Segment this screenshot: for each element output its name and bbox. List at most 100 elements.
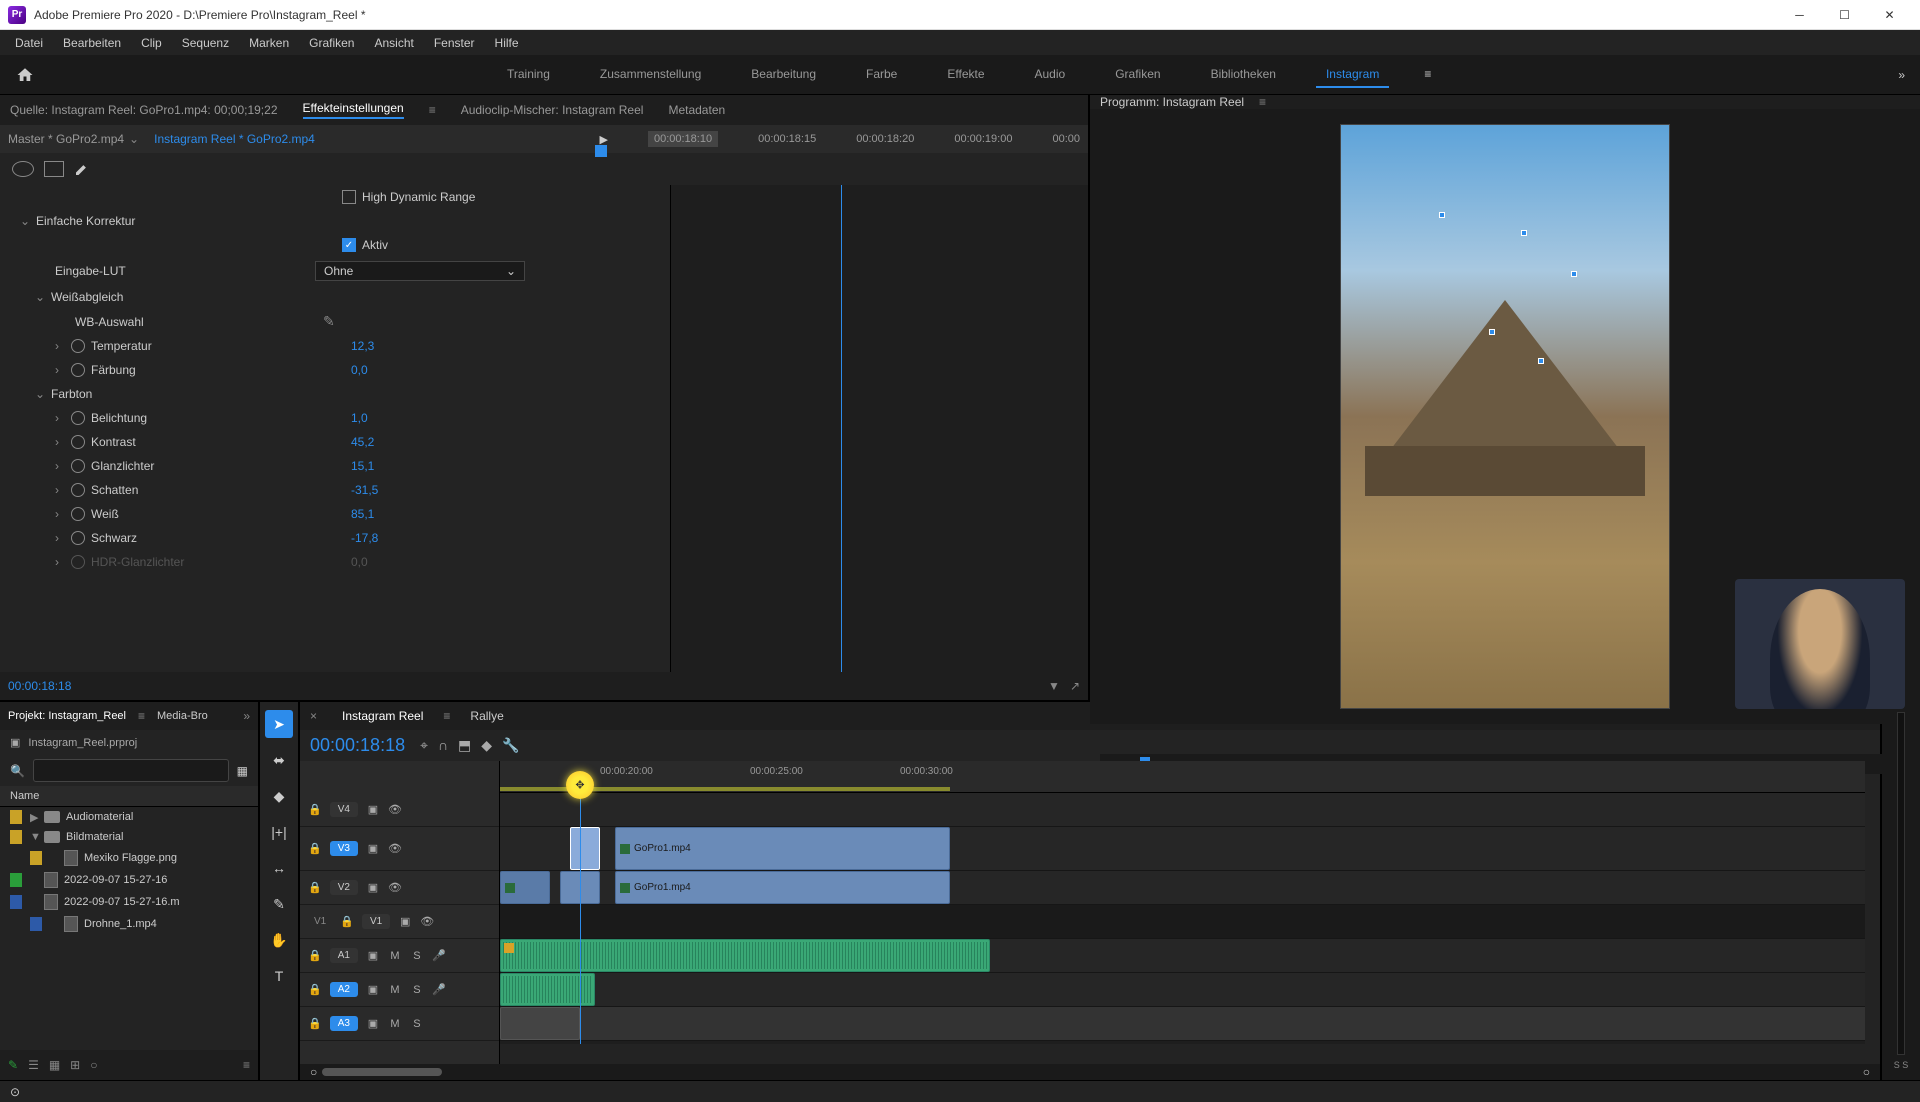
tree-item-recording1[interactable]: 2022-09-07 15-27-16 xyxy=(0,869,258,891)
clip-v2-a[interactable] xyxy=(500,871,550,904)
mute-button[interactable]: M xyxy=(388,950,402,962)
expo-value[interactable]: 1,0 xyxy=(351,411,551,425)
track-lane-a2[interactable] xyxy=(500,973,1865,1007)
track-header-v2[interactable]: 🔒 V2 ▣ 👁 xyxy=(300,871,499,905)
track-lane-v4[interactable] xyxy=(500,793,1865,827)
track-select-tool[interactable]: ⬌ xyxy=(265,746,293,774)
menu-edit[interactable]: Bearbeiten xyxy=(53,33,131,53)
lock-icon[interactable]: 🔒 xyxy=(308,803,322,816)
toggle-sync-icon[interactable]: 👁 xyxy=(388,881,402,894)
timeline-menu-icon[interactable]: ≡ xyxy=(443,709,450,723)
workspace-color[interactable]: Farbe xyxy=(856,62,907,88)
track-lane-v2[interactable]: GoPro1.mp4 xyxy=(500,871,1865,905)
slip-tool[interactable]: ↔ xyxy=(265,854,293,882)
toggle-output-icon[interactable]: ▣ xyxy=(366,1017,380,1030)
zoom-slider-icon[interactable]: ○ xyxy=(90,1058,97,1072)
basic-expand-icon[interactable]: ⌄ xyxy=(20,214,36,228)
eyedropper-icon[interactable]: ✎ xyxy=(323,313,335,330)
mute-button[interactable]: M xyxy=(388,1018,402,1030)
track-label-v2[interactable]: V2 xyxy=(330,880,358,895)
razor-tool[interactable]: |+| xyxy=(265,818,293,846)
ripple-edit-tool[interactable]: ◆ xyxy=(265,782,293,810)
contrast-keyframe-toggle[interactable] xyxy=(71,435,85,449)
lock-icon[interactable]: 🔒 xyxy=(308,1017,322,1030)
pen-tool[interactable]: ✎ xyxy=(265,890,293,918)
high-keyframe-toggle[interactable] xyxy=(71,459,85,473)
project-tree[interactable]: ▶ Audiomaterial ▼ Bildmaterial Mexiko Fl… xyxy=(0,807,258,1050)
program-tab[interactable]: Programm: Instagram Reel xyxy=(1100,95,1244,109)
tab-close-icon[interactable]: × xyxy=(310,709,317,723)
expand-icon[interactable]: ▶ xyxy=(30,811,44,824)
snap-icon[interactable]: ⌖ xyxy=(420,737,428,754)
track-header-v1[interactable]: V1 🔒 V1 ▣ 👁 xyxy=(300,905,499,939)
type-tool[interactable]: T xyxy=(265,962,293,990)
track-lane-a1[interactable] xyxy=(500,939,1865,973)
hdr-checkbox[interactable] xyxy=(342,190,356,204)
audio-meter[interactable] xyxy=(1897,712,1905,1055)
high-value[interactable]: 15,1 xyxy=(351,459,551,473)
track-lane-v1[interactable] xyxy=(500,905,1865,939)
zoom-out-handle[interactable]: ○ xyxy=(310,1065,317,1079)
project-search-input[interactable] xyxy=(33,759,229,782)
temp-value[interactable]: 12,3 xyxy=(351,339,551,353)
track-label-v4[interactable]: V4 xyxy=(330,802,358,817)
new-bin-icon[interactable]: ▦ xyxy=(237,764,248,778)
source-patch-v1[interactable]: V1 xyxy=(308,914,332,929)
timeline-zoom-scrollbar[interactable]: ○ ○ xyxy=(300,1064,1880,1080)
tone-expand-icon[interactable]: ⌄ xyxy=(35,387,51,401)
voice-record-icon[interactable]: 🎤 xyxy=(432,983,446,996)
lock-icon[interactable]: 🔒 xyxy=(308,983,322,996)
track-lane-a3[interactable] xyxy=(500,1007,1865,1041)
lut-dropdown[interactable]: Ohne⌄ xyxy=(315,261,525,281)
pencil-icon[interactable]: ✎ xyxy=(8,1058,18,1072)
tree-item-flagge[interactable]: Mexiko Flagge.png xyxy=(0,847,258,869)
workspace-libraries[interactable]: Bibliotheken xyxy=(1201,62,1286,88)
track-label-a2[interactable]: A2 xyxy=(330,982,358,997)
marker-icon[interactable]: ◆ xyxy=(481,737,492,754)
voice-record-icon[interactable]: 🎤 xyxy=(432,949,446,962)
track-header-v4[interactable]: 🔒 V4 ▣ 👁 xyxy=(300,793,499,827)
effect-footer-timecode[interactable]: 00:00:18:18 xyxy=(8,679,71,693)
hdrhigh-value[interactable]: 0,0 xyxy=(351,555,551,569)
tint-keyframe-toggle[interactable] xyxy=(71,363,85,377)
freeform-view-icon[interactable]: ⊞ xyxy=(70,1058,80,1072)
wrench-icon[interactable]: 🔧 xyxy=(502,737,519,754)
white-keyframe-toggle[interactable] xyxy=(71,507,85,521)
overflow-icon[interactable]: » xyxy=(243,709,250,723)
track-header-v3[interactable]: 🔒 V3 ▣ 👁 xyxy=(300,827,499,871)
menu-graphics[interactable]: Grafiken xyxy=(299,33,364,53)
mask-pen-icon[interactable] xyxy=(74,161,90,177)
sort-icon[interactable]: ≡ xyxy=(243,1058,250,1072)
workspace-overflow-icon[interactable]: » xyxy=(1893,63,1910,87)
workspace-instagram[interactable]: Instagram xyxy=(1316,62,1389,88)
maximize-button[interactable]: ☐ xyxy=(1822,0,1867,30)
solo-button[interactable]: S xyxy=(410,984,424,996)
menu-clip[interactable]: Clip xyxy=(131,33,172,53)
white-expand-icon[interactable]: › xyxy=(55,507,71,521)
track-label-v1[interactable]: V1 xyxy=(362,914,390,929)
list-view-icon[interactable]: ☰ xyxy=(28,1058,39,1072)
contrast-value[interactable]: 45,2 xyxy=(351,435,551,449)
toggle-output-icon[interactable]: ▣ xyxy=(366,949,380,962)
workspace-training[interactable]: Training xyxy=(497,62,560,88)
project-menu-icon[interactable]: ≡ xyxy=(138,709,145,723)
toggle-output-icon[interactable]: ▣ xyxy=(366,881,380,894)
timeline-tab-instagram[interactable]: Instagram Reel xyxy=(342,709,423,723)
effect-controls-tab[interactable]: Effekteinstellungen xyxy=(303,101,404,119)
timeline-timecode[interactable]: 00:00:18:18 xyxy=(310,735,405,756)
lock-icon[interactable]: 🔒 xyxy=(308,881,322,894)
temp-expand-icon[interactable]: › xyxy=(55,339,71,353)
toggle-output-icon[interactable]: ▣ xyxy=(366,983,380,996)
expo-expand-icon[interactable]: › xyxy=(55,411,71,425)
wb-expand-icon[interactable]: ⌄ xyxy=(35,290,51,304)
audio-mixer-tab[interactable]: Audioclip-Mischer: Instagram Reel xyxy=(461,103,644,117)
name-column-header[interactable]: Name xyxy=(0,786,258,807)
clip-gopro1-v2[interactable]: GoPro1.mp4 xyxy=(615,871,950,904)
track-lane-v3[interactable]: GoPro1.mp4 xyxy=(500,827,1865,871)
high-expand-icon[interactable]: › xyxy=(55,459,71,473)
mask-ellipse-button[interactable] xyxy=(12,161,34,177)
clip-gopro1-v3[interactable]: GoPro1.mp4 xyxy=(615,827,950,870)
toggle-output-icon[interactable]: ▣ xyxy=(398,915,412,928)
track-label-a1[interactable]: A1 xyxy=(330,948,358,963)
source-tab[interactable]: Quelle: Instagram Reel: GoPro1.mp4: 00;0… xyxy=(10,103,278,117)
